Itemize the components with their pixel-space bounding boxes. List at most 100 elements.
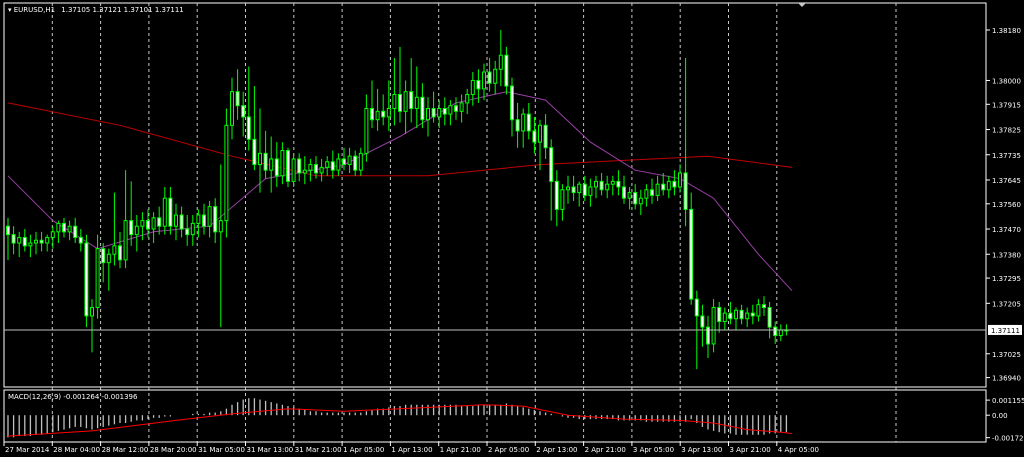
candle-body <box>459 102 464 112</box>
candle-body <box>196 214 201 224</box>
candle-body <box>95 248 100 309</box>
time-tick-label: 3 Apr 13:00 <box>681 446 722 454</box>
candle-body <box>750 312 755 317</box>
symbol-title: EURUSD,H1 <box>14 6 55 14</box>
candle-body <box>118 245 122 261</box>
candle-body <box>39 239 44 244</box>
candle <box>224 108 229 238</box>
price-tick-label: 1.38180 <box>992 27 1021 35</box>
candle-body <box>666 180 671 191</box>
candle-body <box>588 186 593 196</box>
time-tick-label: 2 Apr 13:00 <box>536 446 577 454</box>
time-tick-label: 28 Mar 12:00 <box>102 446 149 454</box>
candle-body <box>426 108 430 121</box>
candle-body <box>213 206 218 233</box>
candle-body <box>476 79 481 90</box>
candle-body <box>274 158 279 177</box>
chart-window[interactable]: 1.38180 1.38000 1.37915 1.37825 1.37735 1.376… <box>0 0 1024 457</box>
candle-body <box>241 105 246 118</box>
candle-body <box>146 220 150 230</box>
candle-body <box>375 110 380 121</box>
candle-body <box>50 231 55 238</box>
candle-body <box>767 307 772 328</box>
price-tick-label: 1.37560 <box>992 201 1021 209</box>
time-tick-label: 27 Mar 2014 <box>5 446 50 454</box>
candle-body <box>381 110 386 118</box>
candle-body <box>739 309 744 320</box>
candle-body <box>566 186 570 191</box>
candle-body <box>112 245 117 255</box>
price-tick-label: 1.37825 <box>992 127 1021 135</box>
candle-body <box>157 217 162 227</box>
current-price-label: 1.37111 <box>991 327 1020 335</box>
candle-body <box>162 197 167 227</box>
candle-body <box>224 124 229 222</box>
candle-body <box>756 304 761 317</box>
candle-body <box>728 312 733 320</box>
candle-body <box>689 208 694 300</box>
candle-body <box>661 183 666 191</box>
candle-body <box>683 172 688 210</box>
candle-body <box>431 108 436 118</box>
candle-body <box>577 183 582 194</box>
candle-body <box>263 152 268 171</box>
price-tick-label: 1.37735 <box>992 152 1021 160</box>
candle <box>84 234 89 328</box>
candle-body <box>330 161 335 171</box>
candle-body <box>694 298 699 317</box>
candle-body <box>62 222 66 233</box>
candle-body <box>610 180 615 185</box>
candle-body <box>722 312 727 323</box>
time-tick-label: 4 Apr 05:00 <box>778 446 819 454</box>
macd-tick-label: 0.001155 <box>992 397 1024 405</box>
price-tick-label: 1.37915 <box>992 101 1021 109</box>
time-tick-label: 28 Mar 04:00 <box>53 446 100 454</box>
candle-body <box>543 124 548 149</box>
candle-body <box>358 152 363 171</box>
candle-body <box>778 329 783 337</box>
candle <box>711 299 716 353</box>
price-tick-label: 1.36940 <box>992 375 1021 383</box>
candle-body <box>638 197 643 205</box>
chart-header: ▾ EURUSD,H1 1.37105 1.37121 1.37101 1.37… <box>8 6 184 14</box>
candle-body <box>302 169 307 174</box>
candle-body <box>246 116 251 140</box>
candle-body <box>700 315 705 328</box>
candle-body <box>616 180 621 188</box>
candle-body <box>594 180 598 188</box>
candle-body <box>655 183 660 196</box>
candle-body <box>448 105 453 115</box>
candle-body <box>235 91 240 107</box>
candle-body <box>773 326 778 337</box>
candle-body <box>482 71 486 90</box>
candle-body <box>336 158 341 171</box>
candle-body <box>123 220 128 261</box>
macd-label: MACD(12,26,9) -0.001264 -0.001396 <box>8 393 138 401</box>
candle-body <box>6 225 10 236</box>
candle-body <box>269 158 274 171</box>
time-tick-label: 31 Mar 13:00 <box>247 446 294 454</box>
candle-body <box>560 189 565 210</box>
candle-body <box>633 192 638 205</box>
candle-body <box>420 96 425 121</box>
candle-body <box>498 54 503 70</box>
candle-body <box>185 228 190 236</box>
candle-body <box>174 214 178 227</box>
candle-body <box>342 158 346 166</box>
time-tick-label: 31 Mar 21:00 <box>295 446 342 454</box>
candle-body <box>622 186 626 199</box>
candle-body <box>140 220 145 227</box>
candle-body <box>403 91 408 112</box>
candle-body <box>314 164 318 174</box>
candle-body <box>711 307 716 345</box>
candle-body <box>582 183 587 196</box>
candle-body <box>627 192 632 199</box>
candle <box>689 192 694 305</box>
candle-body <box>353 155 358 171</box>
candle-body <box>717 307 722 323</box>
candle-body <box>678 172 682 188</box>
candle-body <box>84 242 89 317</box>
candle-body <box>252 138 257 166</box>
candle-body <box>364 108 369 154</box>
price-tick-label: 1.37295 <box>992 275 1021 283</box>
